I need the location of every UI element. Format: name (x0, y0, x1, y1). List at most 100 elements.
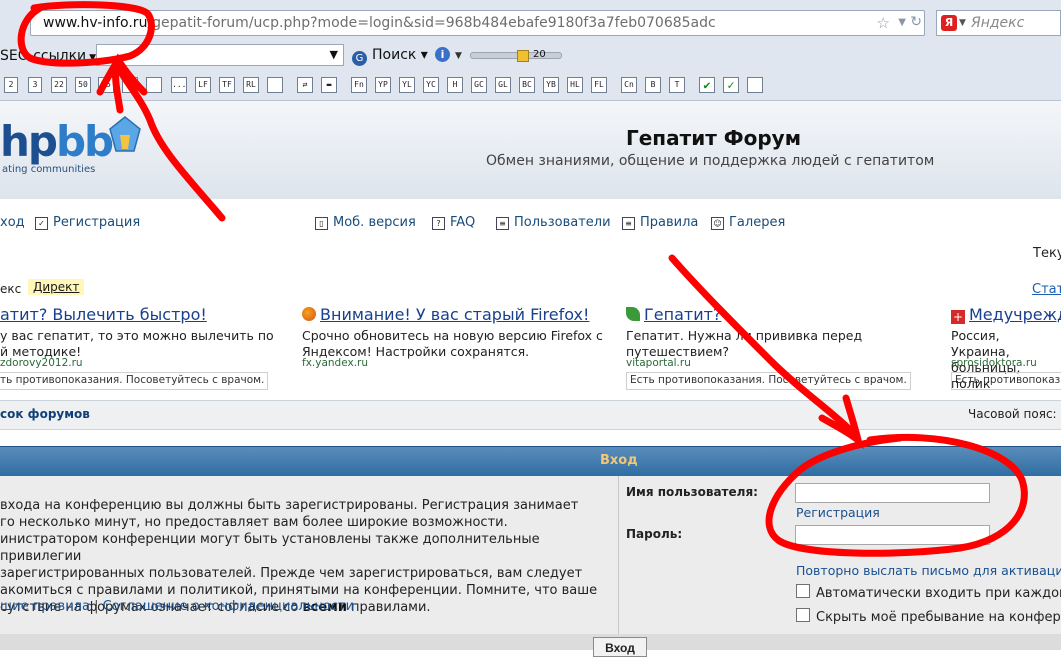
question-icon: ? (432, 217, 445, 230)
toolbar-button[interactable]: T (669, 77, 685, 93)
list-icon: ≡ (622, 217, 635, 230)
site-title: Гепатит Форум (626, 126, 802, 150)
toolbar-button[interactable]: H (447, 77, 463, 93)
autologin-checkbox[interactable] (796, 584, 810, 598)
chevron-down-icon[interactable]: ▼ (898, 17, 906, 28)
ad-title[interactable]: Гепатит? (626, 305, 721, 324)
check-icon[interactable]: ✔ (699, 77, 715, 93)
toolbar-button[interactable] (122, 77, 138, 93)
firefox-icon (302, 307, 316, 321)
toolbar-button[interactable]: YB (543, 77, 559, 93)
nav-gallery-link[interactable]: ☺ Галерея (711, 215, 785, 230)
site-logo[interactable]: hpbb (0, 117, 114, 166)
ad-text: у вас гепатит, то это можно вылечить по … (0, 328, 274, 359)
ad-warning: Есть противопоказания. Посоветуйтесь с в… (626, 372, 911, 390)
toolbar-button[interactable]: FL (591, 77, 607, 93)
password-input[interactable] (795, 525, 990, 545)
toolbar-button[interactable]: Fn (351, 77, 367, 93)
seo-links-menu[interactable]: SEO ссылки ▼ (0, 48, 96, 64)
toolbar-button[interactable]: B (645, 77, 661, 93)
rules-link[interactable]: щие правила (0, 599, 90, 614)
toolbar-button[interactable]: 75 (98, 77, 114, 93)
ad-text: Срочно обновитесь на новую версию Firefo… (302, 328, 603, 359)
toolbar-button[interactable] (267, 77, 283, 93)
toolbar-button[interactable]: GC (471, 77, 487, 93)
toolbar-button[interactable]: YC (423, 77, 439, 93)
toolbar-button[interactable]: TF (219, 77, 235, 93)
zoom-value: 20 (533, 49, 546, 60)
toolbar-button[interactable]: Cn (621, 77, 637, 93)
hide-online-checkbox[interactable] (796, 608, 810, 622)
toolbar-button[interactable]: YP (375, 77, 391, 93)
ad-warning: Есть противопоказ (951, 372, 1061, 390)
toolbar-button[interactable]: LF (195, 77, 211, 93)
url-text: www.hv-info.ru/gepatit-forum/ucp.php?mod… (43, 15, 716, 31)
toolbar-combo[interactable]: ▼ (96, 44, 344, 66)
toolbar-button[interactable] (146, 77, 162, 93)
toolbar-button[interactable]: GL (495, 77, 511, 93)
toolbar-button[interactable]: ... (171, 77, 187, 93)
chevron-down-icon[interactable]: ▼ (959, 18, 966, 28)
address-bar[interactable]: www.hv-info.ru/gepatit-forum/ucp.php?mod… (30, 10, 925, 36)
toolbar-button[interactable]: BC (519, 77, 535, 93)
toolbar-button[interactable]: HL (567, 77, 583, 93)
check-icon[interactable]: ✓ (723, 77, 739, 93)
slider-handle[interactable] (517, 50, 529, 62)
empty-box-icon[interactable] (747, 77, 763, 93)
info-icon[interactable]: i (435, 47, 450, 62)
toolbar-button[interactable]: 3 (28, 77, 42, 93)
direct-prefix: екс (0, 282, 22, 296)
ad-title[interactable]: атит? Вылечить быстро! (0, 305, 207, 324)
yandex-search-box[interactable]: Я ▼ Яндекс (936, 10, 1061, 36)
stat-link[interactable]: Стат (1032, 282, 1061, 297)
toolbar-button[interactable]: ▬ (321, 77, 337, 93)
nav-login-link[interactable]: ход (0, 215, 25, 230)
timezone-label: Часовой пояс: (968, 407, 1057, 421)
ad-host[interactable]: fx.yandex.ru (302, 357, 368, 369)
nav-faq-link[interactable]: ? FAQ (432, 215, 475, 230)
toolbar-search-button[interactable]: G Поиск ▾ (352, 47, 428, 66)
hide-online-label: Скрыть моё пребывание на конферен (816, 610, 1061, 625)
privacy-link[interactable]: Соглашение о конфиденциальности (103, 599, 354, 614)
toolbar-button[interactable]: RL (243, 77, 259, 93)
toolbar-button[interactable]: 22 (51, 77, 67, 93)
logo-gem-icon (109, 116, 141, 152)
rules-links: щие правила | Соглашение о конфиденциаль… (0, 599, 355, 614)
site-description: Обмен знаниями, общение и поддержка люде… (486, 153, 935, 169)
nav-register-link[interactable]: ✓ Регистрация (35, 215, 140, 230)
search-logo-icon: G (352, 51, 367, 66)
nav-users-link[interactable]: ≡ Пользователи (496, 215, 611, 230)
ad-host[interactable]: vitaportal.ru (626, 357, 691, 369)
forum-list-link[interactable]: сок форумов (0, 407, 90, 421)
leaf-icon (626, 307, 640, 321)
ad-title[interactable]: + Медучрежд (951, 305, 1061, 324)
ad-title[interactable]: Внимание! У вас старый Firefox! (302, 305, 589, 324)
nav-rules-link[interactable]: ≡ Правила (622, 215, 698, 230)
ad-text: Гепатит. Нужна ли прививка перед путешес… (626, 328, 863, 359)
nav-mobile-link[interactable]: ▯ Моб. версия (315, 215, 416, 230)
login-title: Вход (600, 453, 638, 468)
resend-activation-link[interactable]: Повторно выслать письмо для активации (796, 563, 1061, 578)
username-input[interactable] (795, 483, 990, 503)
chevron-down-icon[interactable]: ▼ (330, 48, 338, 61)
zoom-slider[interactable] (470, 50, 562, 62)
login-panel-header (0, 446, 1061, 476)
logo-tagline: ating communities (2, 164, 96, 175)
ad-host[interactable]: sprosidoktora.ru (951, 357, 1037, 369)
yandex-logo-icon[interactable]: Я (941, 15, 957, 31)
toolbar-button[interactable]: YL (399, 77, 415, 93)
reload-icon[interactable]: ↻ (910, 14, 922, 30)
toolbar-button[interactable]: 50 (75, 77, 91, 93)
register-link[interactable]: Регистрация (796, 505, 880, 520)
chevron-down-icon[interactable]: ▼ (455, 51, 462, 61)
bookmark-star-icon[interactable]: ☆ (877, 14, 890, 32)
yandex-direct-link[interactable]: Директ (28, 279, 85, 295)
toolbar-button[interactable]: ⇄ (297, 77, 313, 93)
login-submit-button[interactable]: Вход (593, 637, 647, 657)
site-header (0, 101, 1061, 199)
ad-host[interactable]: zdorovy2012.ru (0, 357, 83, 369)
checkbox-icon: ✓ (35, 217, 48, 230)
toolbar-button[interactable]: 2 (4, 77, 18, 93)
autologin-label: Автоматически входить при каждом п (816, 586, 1061, 601)
medical-cross-icon: + (951, 310, 965, 324)
